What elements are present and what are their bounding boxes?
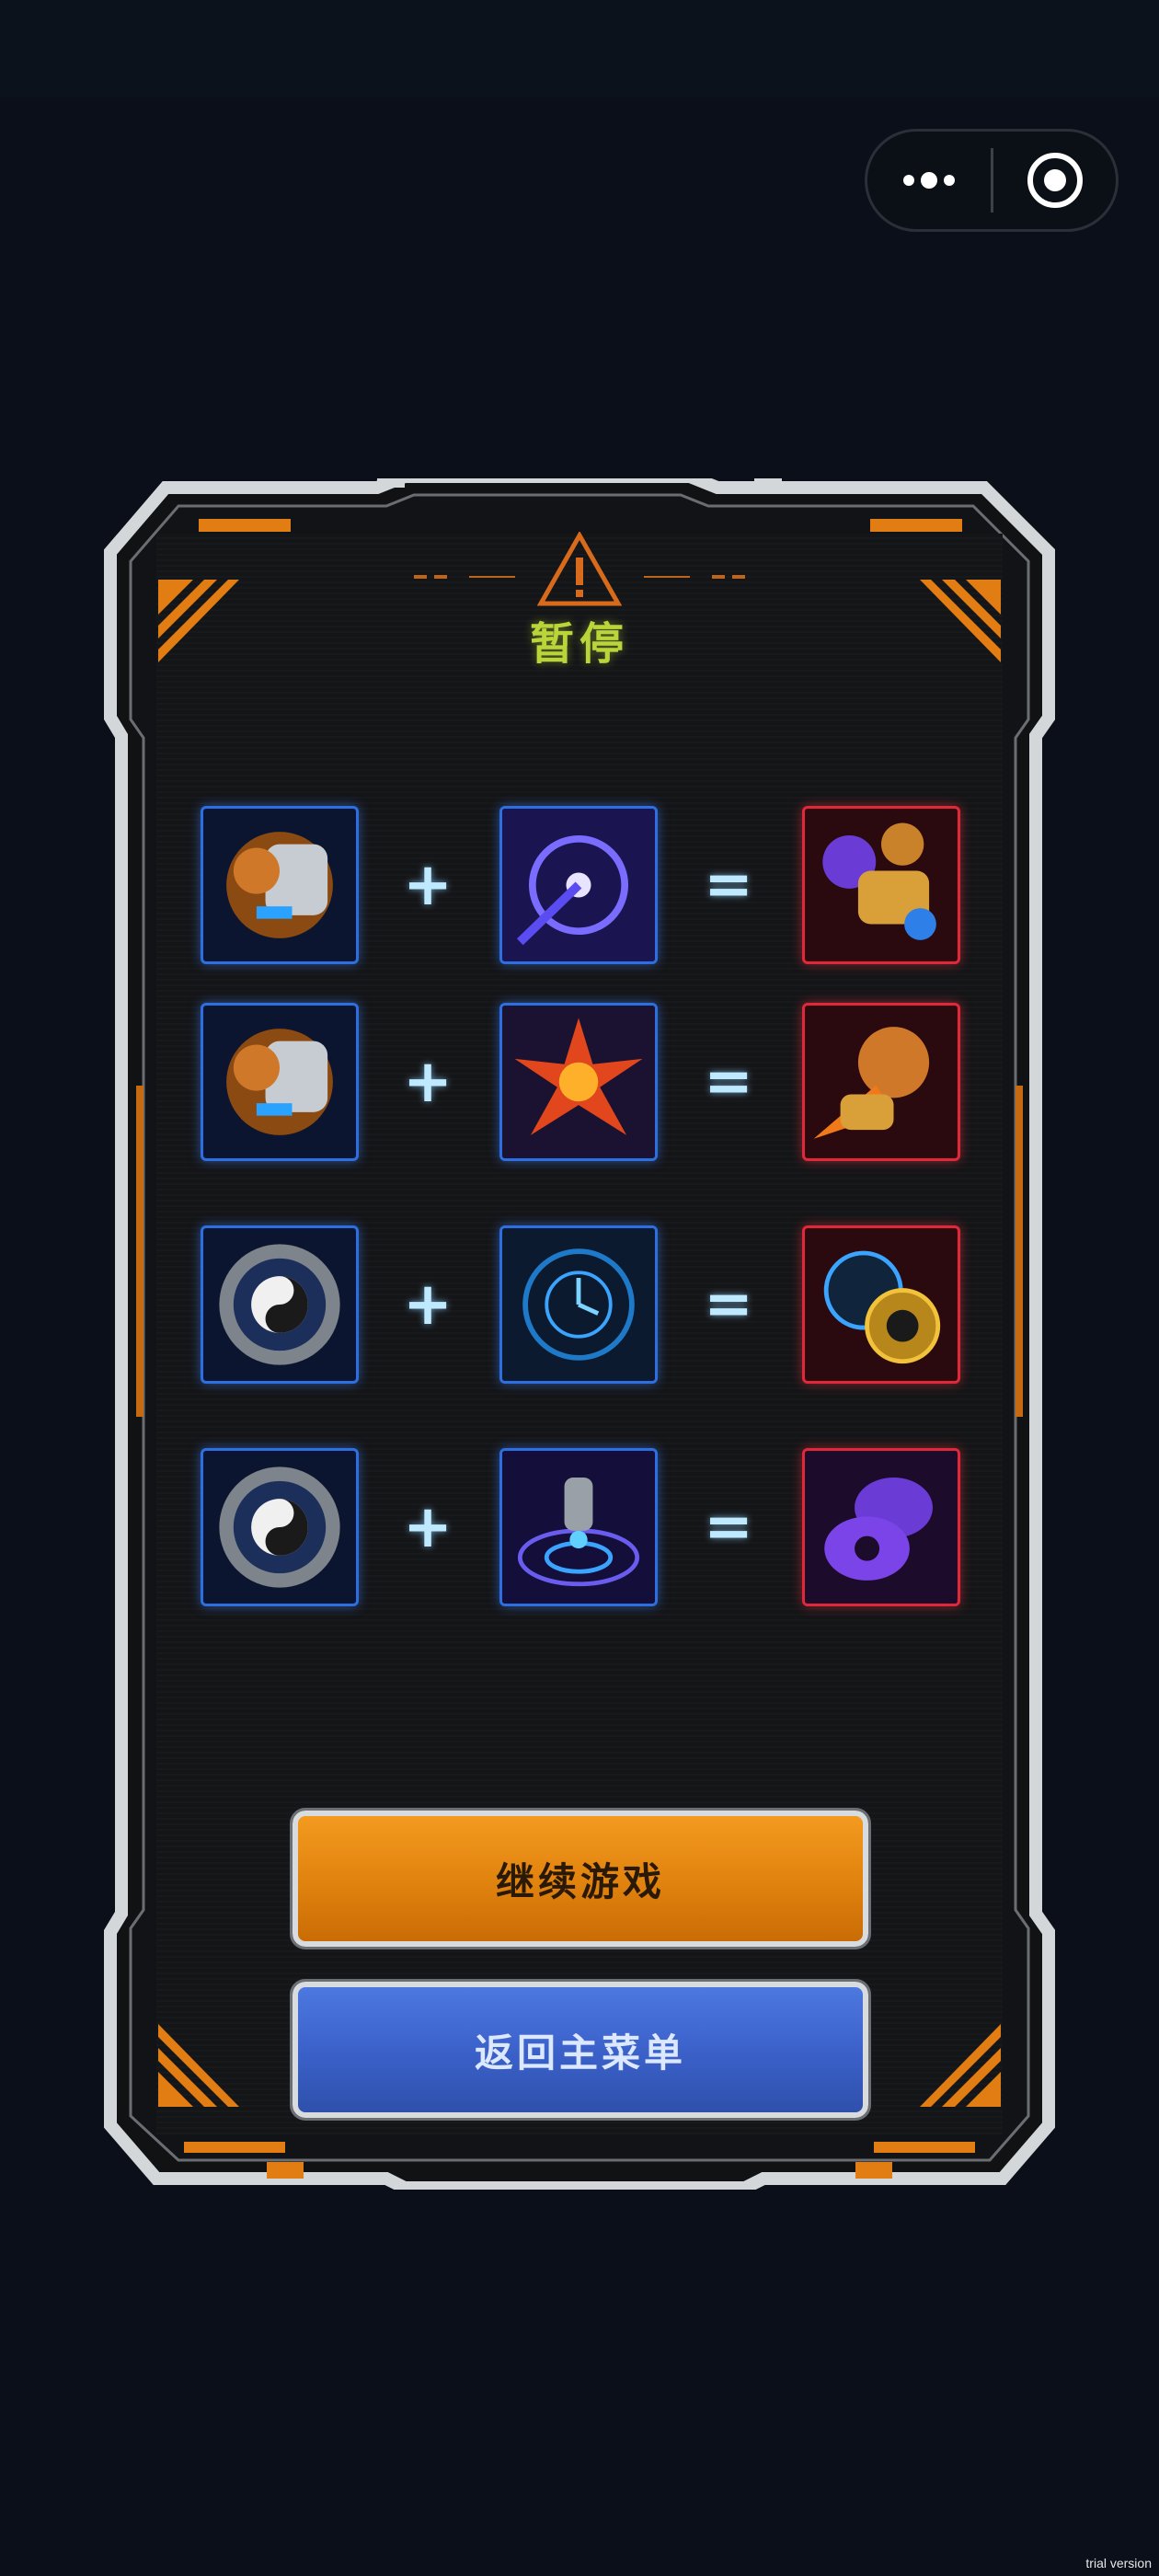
return-main-menu-label: 返回主菜单 bbox=[474, 2030, 686, 2076]
clock-yin-yang-icon[interactable] bbox=[802, 1225, 960, 1384]
equals-sign: = bbox=[704, 1493, 753, 1561]
warning-triangle-icon bbox=[537, 532, 622, 606]
more-button[interactable] bbox=[867, 132, 991, 229]
capsule-menu bbox=[865, 129, 1119, 232]
return-main-menu-button[interactable]: 返回主菜单 bbox=[290, 1979, 871, 2121]
yin-yang-gear-icon[interactable] bbox=[201, 1225, 359, 1384]
tiger-fist-gauntlet-icon[interactable] bbox=[201, 806, 359, 964]
decor-line-right bbox=[644, 575, 745, 579]
decor-line-left bbox=[414, 575, 515, 579]
continue-game-label: 继续游戏 bbox=[495, 1858, 665, 1904]
plus-sign: + bbox=[403, 1048, 453, 1116]
equals-sign: = bbox=[704, 851, 753, 919]
recipe-row: + = bbox=[0, 1448, 1159, 1614]
recipe-row: + = bbox=[0, 806, 1159, 972]
explosive-core-icon[interactable] bbox=[499, 1003, 658, 1161]
tiger-fist-gauntlet-icon[interactable] bbox=[201, 1003, 359, 1161]
plus-sign: + bbox=[403, 1271, 453, 1339]
roaring-tiger-fist-icon[interactable] bbox=[802, 1003, 960, 1161]
trial-watermark: trial version bbox=[1085, 2556, 1152, 2570]
time-radar-icon[interactable] bbox=[499, 1225, 658, 1384]
plus-sign: + bbox=[403, 1493, 453, 1561]
purple-chip-stack-icon[interactable] bbox=[802, 1448, 960, 1606]
pause-title: 暂停 bbox=[529, 618, 629, 670]
recipe-row: + = bbox=[0, 1225, 1159, 1391]
equals-sign: = bbox=[704, 1271, 753, 1339]
equals-sign: = bbox=[704, 1048, 753, 1116]
recipe-row: + = bbox=[0, 1003, 1159, 1168]
status-bar bbox=[0, 0, 1159, 97]
target-circle-icon bbox=[1027, 153, 1083, 208]
yin-yang-gear-icon[interactable] bbox=[201, 1448, 359, 1606]
plus-sign: + bbox=[403, 851, 453, 919]
dual-beast-gauntlet-icon[interactable] bbox=[802, 806, 960, 964]
close-button[interactable] bbox=[993, 132, 1116, 229]
continue-game-button[interactable]: 继续游戏 bbox=[290, 1808, 871, 1949]
more-dots-icon bbox=[903, 172, 955, 189]
energy-field-icon[interactable] bbox=[499, 1448, 658, 1606]
crosshair-scope-icon[interactable] bbox=[499, 806, 658, 964]
